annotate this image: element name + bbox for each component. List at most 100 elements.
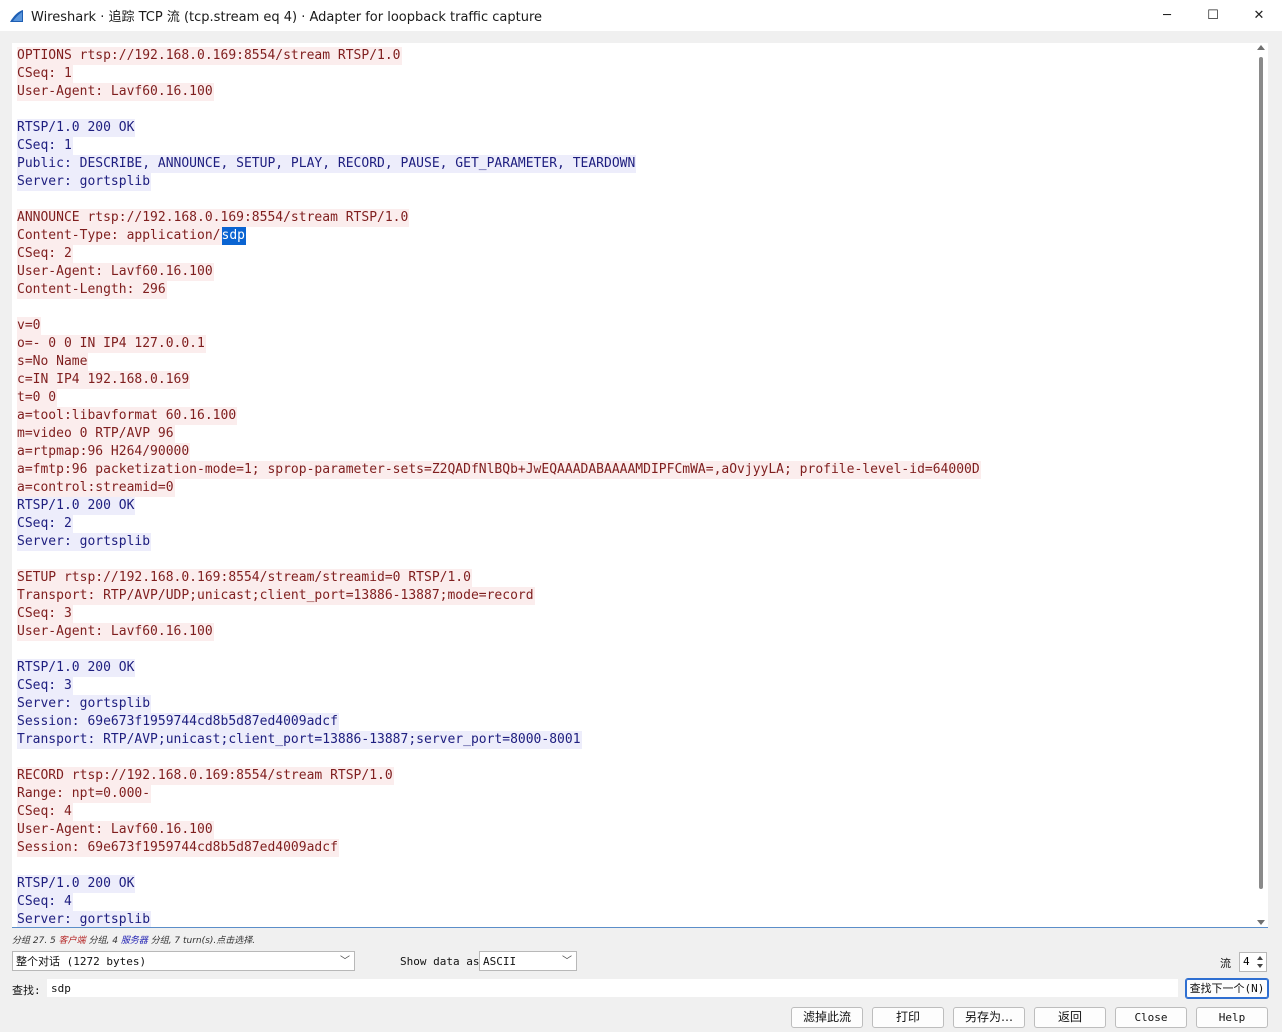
help-button[interactable]: Help bbox=[1196, 1007, 1268, 1028]
stream-line-text: Server: gortsplib bbox=[17, 695, 152, 713]
summary-client-link[interactable]: 客户端 bbox=[59, 936, 86, 946]
stream-line-text: c=IN IP4 192.168.0.169 bbox=[17, 371, 191, 389]
client-line: CSeq: 1 bbox=[17, 65, 981, 83]
minimize-button[interactable]: ─ bbox=[1144, 0, 1190, 31]
stream-line-text: RECORD rtsp://192.168.0.169:8554/stream … bbox=[17, 767, 394, 785]
stream-line-text: Public: DESCRIBE, ANNOUNCE, SETUP, PLAY,… bbox=[17, 155, 637, 173]
stream-line-text: CSeq: 4 bbox=[17, 803, 73, 821]
stream-line-text: Session: 69e673f1959744cd8b5d87ed4009adc… bbox=[17, 839, 339, 857]
stream-text-view[interactable]: OPTIONS rtsp://192.168.0.169:8554/stream… bbox=[12, 43, 1268, 928]
stream-line-text: Transport: RTP/AVP;unicast;client_port=1… bbox=[17, 731, 582, 749]
stream-line-text: RTSP/1.0 200 OK bbox=[17, 659, 136, 677]
stream-line-text: Content-Length: 296 bbox=[17, 281, 167, 299]
conversation-select[interactable]: 整个对话 (1272 bytes) ﹀ bbox=[12, 951, 355, 971]
client-line: CSeq: 3 bbox=[17, 605, 981, 623]
stream-line-text: Server: gortsplib bbox=[17, 911, 152, 927]
client-line: c=IN IP4 192.168.0.169 bbox=[17, 371, 981, 389]
show-data-select[interactable]: ASCII ﹀ bbox=[479, 951, 577, 971]
scroll-down-arrow-icon[interactable] bbox=[1257, 920, 1265, 925]
stream-lines: OPTIONS rtsp://192.168.0.169:8554/stream… bbox=[17, 47, 981, 927]
print-button[interactable]: 打印 bbox=[872, 1007, 944, 1028]
chevron-down-icon: ﹀ bbox=[562, 956, 572, 967]
stream-line-text: User-Agent: Lavf60.16.100 bbox=[17, 821, 214, 839]
client-line: Transport: RTP/AVP/UDP;unicast;client_po… bbox=[17, 587, 981, 605]
stream-line-text: a=fmtp:96 packetization-mode=1; sprop-pa… bbox=[17, 461, 981, 479]
server-line: Server: gortsplib bbox=[17, 533, 981, 551]
spin-up-icon[interactable] bbox=[1257, 956, 1263, 960]
vertical-scrollbar[interactable] bbox=[1254, 43, 1268, 927]
stream-line-text: a=control:streamid=0 bbox=[17, 479, 175, 497]
server-line: CSeq: 1 bbox=[17, 137, 981, 155]
client-line: a=tool:libavformat 60.16.100 bbox=[17, 407, 981, 425]
stream-line-text: CSeq: 3 bbox=[17, 677, 73, 695]
server-line: CSeq: 3 bbox=[17, 677, 981, 695]
chevron-down-icon: ﹀ bbox=[340, 956, 350, 967]
stream-number-label: 流 bbox=[1220, 957, 1231, 970]
client-line: CSeq: 2 bbox=[17, 245, 981, 263]
show-data-label: Show data as bbox=[400, 955, 480, 968]
client-line: a=rtpmap:96 H264/90000 bbox=[17, 443, 981, 461]
close-window-button[interactable]: ✕ bbox=[1236, 0, 1282, 31]
spin-down-icon[interactable] bbox=[1257, 964, 1263, 968]
conversation-select-value: 整个对话 (1272 bytes) bbox=[16, 955, 147, 968]
client-line: s=No Name bbox=[17, 353, 981, 371]
find-next-button[interactable]: 查找下一个(N) bbox=[1185, 978, 1269, 999]
back-button[interactable]: 返回 bbox=[1034, 1007, 1106, 1028]
client-line: Range: npt=0.000- bbox=[17, 785, 981, 803]
server-line: Public: DESCRIBE, ANNOUNCE, SETUP, PLAY,… bbox=[17, 155, 981, 173]
stream-line-text: a=rtpmap:96 H264/90000 bbox=[17, 443, 191, 461]
server-line: RTSP/1.0 200 OK bbox=[17, 119, 981, 137]
scroll-up-arrow-icon[interactable] bbox=[1257, 45, 1265, 50]
stream-line-text: RTSP/1.0 200 OK bbox=[17, 497, 136, 515]
window-title: Wireshark · 追踪 TCP 流 (tcp.stream eq 4) ·… bbox=[31, 10, 543, 25]
stream-line-text: RTSP/1.0 200 OK bbox=[17, 119, 136, 137]
stream-line-text: CSeq: 2 bbox=[17, 245, 73, 263]
find-input[interactable] bbox=[47, 979, 1178, 997]
client-line: User-Agent: Lavf60.16.100 bbox=[17, 83, 981, 101]
server-line: CSeq: 4 bbox=[17, 893, 981, 911]
find-label: 查找: bbox=[12, 984, 41, 997]
client-line: a=fmtp:96 packetization-mode=1; sprop-pa… bbox=[17, 461, 981, 479]
stream-line-text: t=0 0 bbox=[17, 389, 58, 407]
stream-line-text: Server: gortsplib bbox=[17, 173, 152, 191]
stream-line-text: User-Agent: Lavf60.16.100 bbox=[17, 623, 214, 641]
stream-line-text: o=- 0 0 IN IP4 127.0.0.1 bbox=[17, 335, 206, 353]
client-line: v=0 bbox=[17, 317, 981, 335]
client-line: User-Agent: Lavf60.16.100 bbox=[17, 263, 981, 281]
save-as-button[interactable]: 另存为… bbox=[953, 1007, 1025, 1028]
title-bar: Wireshark · 追踪 TCP 流 (tcp.stream eq 4) ·… bbox=[0, 0, 1282, 31]
stream-line-text: a=tool:libavformat 60.16.100 bbox=[17, 407, 238, 425]
maximize-button[interactable]: ☐ bbox=[1190, 0, 1236, 31]
close-button[interactable]: Close bbox=[1115, 1007, 1187, 1028]
stream-number-spinbox[interactable]: 4 bbox=[1239, 952, 1267, 972]
server-line: CSeq: 2 bbox=[17, 515, 981, 533]
stream-line-text: Session: 69e673f1959744cd8b5d87ed4009adc… bbox=[17, 713, 339, 731]
server-line: RTSP/1.0 200 OK bbox=[17, 875, 981, 893]
summary-suffix: 分组, 7 turn(s).点击选择. bbox=[147, 936, 256, 946]
server-line: RTSP/1.0 200 OK bbox=[17, 659, 981, 677]
client-line: a=control:streamid=0 bbox=[17, 479, 981, 497]
client-line: RECORD rtsp://192.168.0.169:8554/stream … bbox=[17, 767, 981, 785]
close-icon: ✕ bbox=[1253, 8, 1265, 23]
server-line: Session: 69e673f1959744cd8b5d87ed4009adc… bbox=[17, 713, 981, 731]
stream-number-value: 4 bbox=[1243, 955, 1250, 968]
stream-line-text: CSeq: 1 bbox=[17, 137, 73, 155]
client-line: t=0 0 bbox=[17, 389, 981, 407]
client-line: CSeq: 4 bbox=[17, 803, 981, 821]
client-line: User-Agent: Lavf60.16.100 bbox=[17, 821, 981, 839]
show-data-select-value: ASCII bbox=[483, 955, 517, 968]
summary-server-link[interactable]: 服务器 bbox=[121, 936, 148, 946]
stream-line-text: SETUP rtsp://192.168.0.169:8554/stream/s… bbox=[17, 569, 472, 587]
stream-line-text: CSeq: 2 bbox=[17, 515, 73, 533]
stream-line-text: OPTIONS rtsp://192.168.0.169:8554/stream… bbox=[17, 47, 402, 65]
scrollbar-thumb[interactable] bbox=[1259, 57, 1263, 889]
stream-line-text: User-Agent: Lavf60.16.100 bbox=[17, 83, 214, 101]
client-line: OPTIONS rtsp://192.168.0.169:8554/stream… bbox=[17, 47, 981, 65]
server-line: RTSP/1.0 200 OK bbox=[17, 497, 981, 515]
client-line: Session: 69e673f1959744cd8b5d87ed4009adc… bbox=[17, 839, 981, 857]
server-line: Server: gortsplib bbox=[17, 173, 981, 191]
server-line: Server: gortsplib bbox=[17, 911, 981, 927]
filter-out-stream-button[interactable]: 滤掉此流 bbox=[791, 1007, 863, 1028]
